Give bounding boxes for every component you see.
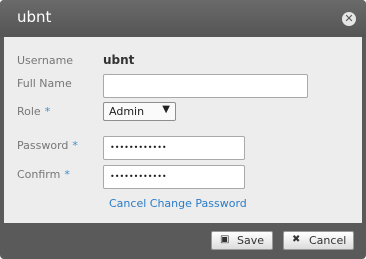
edit-user-dialog: ubnt ✕ Username ubnt Full Name Role * Adm… bbox=[0, 0, 366, 259]
password-label: Password * bbox=[17, 139, 78, 152]
save-button[interactable]: ▣ Save bbox=[211, 231, 273, 250]
username-label: Username bbox=[17, 54, 74, 67]
role-select[interactable]: Admin ▼ bbox=[103, 102, 176, 121]
cancel-label: Cancel bbox=[309, 234, 347, 247]
confirm-password-input[interactable]: •••••••••••• bbox=[103, 165, 245, 189]
close-icon[interactable]: ✕ bbox=[342, 12, 356, 26]
required-marker: * bbox=[72, 139, 78, 152]
cancel-button[interactable]: ✖ Cancel bbox=[283, 231, 354, 250]
dialog-titlebar: ubnt ✕ bbox=[0, 0, 366, 37]
floppy-disk-icon: ▣ bbox=[220, 234, 230, 245]
x-icon: ✖ bbox=[292, 234, 301, 245]
fullname-label: Full Name bbox=[17, 77, 72, 90]
username-value: ubnt bbox=[103, 53, 135, 67]
confirm-label: Confirm * bbox=[17, 168, 70, 181]
confirm-password-value: •••••••••••• bbox=[110, 172, 167, 181]
role-label: Role * bbox=[17, 105, 51, 118]
password-value: •••••••••••• bbox=[110, 143, 167, 152]
password-input[interactable]: •••••••••••• bbox=[103, 136, 245, 160]
cancel-change-password-link[interactable]: Cancel Change Password bbox=[109, 197, 247, 210]
save-label: Save bbox=[237, 234, 265, 247]
role-selected-value: Admin bbox=[109, 105, 145, 118]
chevron-down-icon: ▼ bbox=[162, 104, 170, 115]
fullname-input[interactable] bbox=[103, 74, 308, 98]
dialog-footer: ▣ Save ✖ Cancel bbox=[0, 223, 366, 259]
dialog-body: Username ubnt Full Name Role * Admin ▼ Pa… bbox=[4, 37, 362, 223]
required-marker: * bbox=[44, 105, 51, 118]
dialog-title: ubnt bbox=[17, 8, 52, 26]
required-marker: * bbox=[64, 168, 70, 181]
